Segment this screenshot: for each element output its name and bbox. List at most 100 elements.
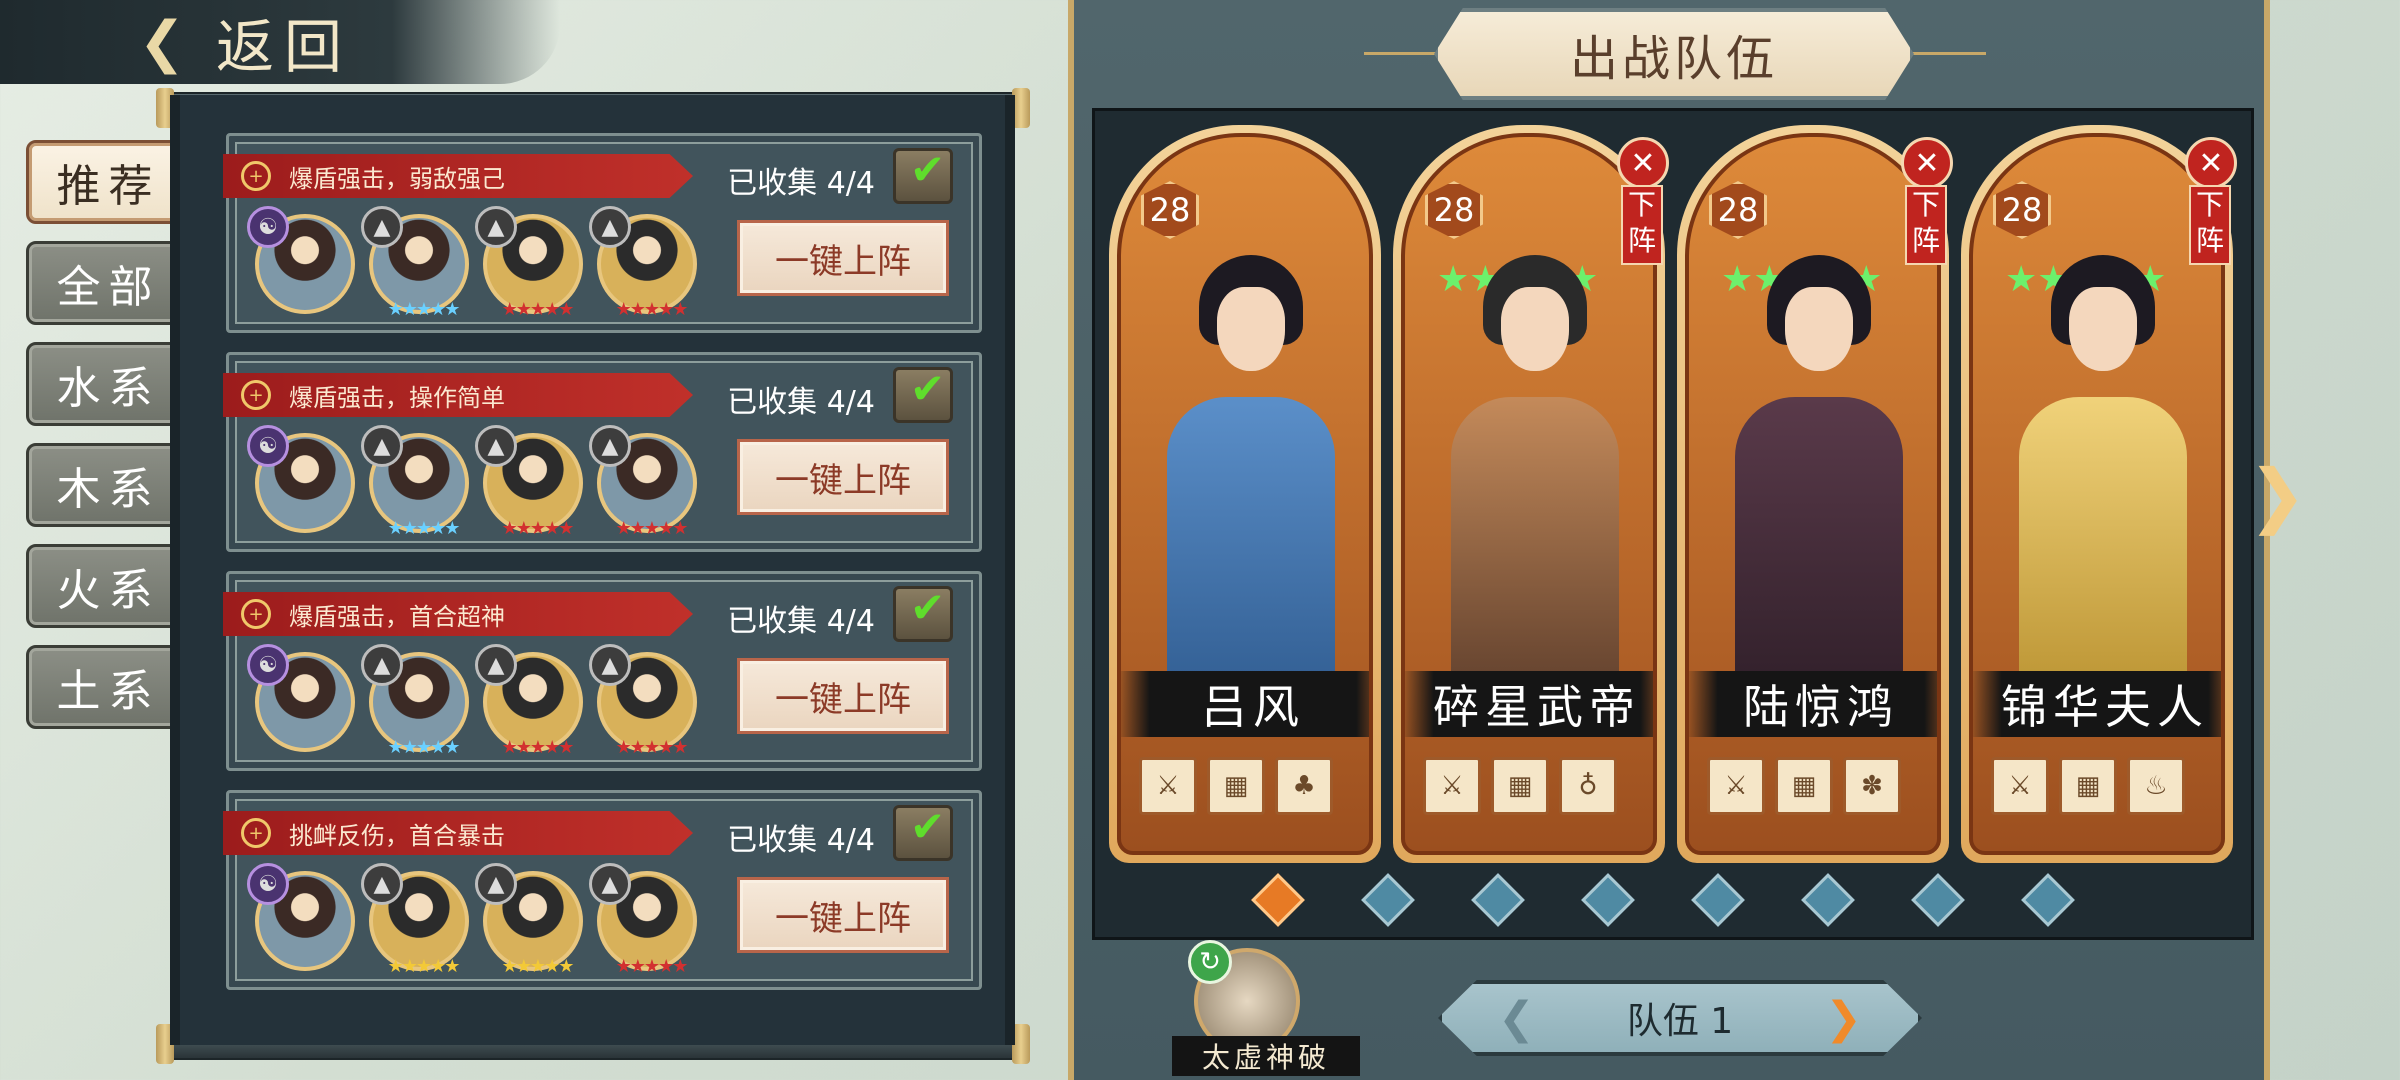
- magnify-icon[interactable]: +: [241, 161, 271, 191]
- page-dot[interactable]: [2021, 873, 2075, 927]
- page-dot[interactable]: [1801, 873, 1855, 927]
- hero-portrait[interactable]: ☯: [247, 206, 355, 314]
- hero-portrait[interactable]: ▲ ★★★★★: [361, 425, 469, 539]
- hero-lineup: 28 吕风 ⚔▦♣ 28 ★★★★★ 碎星武帝 ⚔▦♁ ✕ 下阵 28 ★★★★…: [1092, 108, 2254, 940]
- team-tag: + 挑衅反伤，首合暴击: [223, 811, 693, 855]
- remove-hero-close-icon[interactable]: ✕: [2185, 137, 2237, 189]
- tab-recommended[interactable]: 推荐: [26, 140, 191, 224]
- hero-card[interactable]: 28 ★★★★★ 碎星武帝 ⚔▦♁ ✕ 下阵: [1393, 125, 1669, 863]
- page-dot[interactable]: [1361, 873, 1415, 927]
- weapon-icon[interactable]: ⚔: [1707, 757, 1765, 815]
- hero-portrait[interactable]: ▲ ★★★★★: [361, 644, 469, 758]
- tab-earth[interactable]: 土系: [26, 645, 191, 729]
- hero-name: 陆惊鸿: [1689, 671, 1937, 737]
- tab-wood[interactable]: 木系: [26, 443, 191, 527]
- page-dot[interactable]: [1911, 873, 1965, 927]
- hero-portrait[interactable]: ▲ ★★★★★: [361, 206, 469, 320]
- remove-hero-label[interactable]: 下阵: [1621, 185, 1663, 265]
- hero-portrait[interactable]: ▲ ★★★★★: [475, 863, 583, 977]
- team-tag: + 爆盾强击，弱敌强己: [223, 154, 693, 198]
- hero-portrait[interactable]: ▲ ★★★★★: [589, 425, 697, 539]
- star-rating: ★★★★★: [615, 956, 689, 977]
- hero-portrait[interactable]: ☯: [247, 863, 355, 971]
- hero-figure: [1719, 247, 1919, 717]
- skill-name: 太虚神破: [1172, 1036, 1360, 1076]
- hero-portrait[interactable]: ▲ ★★★★★: [475, 644, 583, 758]
- magnify-icon[interactable]: +: [241, 818, 271, 848]
- tab-water[interactable]: 水系: [26, 342, 191, 426]
- star-rating: ★★★★★: [387, 299, 461, 320]
- remove-hero-close-icon[interactable]: ✕: [1617, 137, 1669, 189]
- team-tag-text: 爆盾强击，操作简单: [289, 383, 505, 412]
- refresh-icon[interactable]: ↻: [1188, 940, 1232, 984]
- hero-card[interactable]: 28 ★★★★★ 锦华夫人 ⚔▦♨ ✕ 下阵: [1961, 125, 2237, 863]
- hero-card[interactable]: 28 吕风 ⚔ ▦ ♣: [1109, 125, 1381, 863]
- team-list-scroll[interactable]: + 爆盾强击，弱敌强己 已收集 4/4 ✔ ☯ ▲ ★★★★★ ▲ ★★★★★ ▲ ★★…: [170, 95, 1015, 1045]
- next-page-chevron-icon[interactable]: ❯: [2248, 454, 2400, 536]
- next-team-chevron-icon[interactable]: ❯: [1825, 993, 1862, 1044]
- magnify-icon[interactable]: +: [241, 599, 271, 629]
- team-card: + 挑衅反伤，首合暴击 已收集 4/4 ✔ ☯ ▲ ★★★★★ ▲ ★★★★★ ▲ ★★…: [223, 790, 982, 990]
- remove-hero-label[interactable]: 下阵: [2189, 185, 2231, 265]
- armor-icon[interactable]: ▦: [1207, 757, 1265, 815]
- hero-portrait[interactable]: ▲ ★★★★★: [589, 863, 697, 977]
- star-rating: ★★★★★: [615, 299, 689, 320]
- weapon-icon[interactable]: ⚔: [1991, 757, 2049, 815]
- armor-icon[interactable]: ▦: [1775, 757, 1833, 815]
- yin-yang-icon: ☯: [247, 644, 289, 686]
- team-card: + 爆盾强击，弱敌强己 已收集 4/4 ✔ ☯ ▲ ★★★★★ ▲ ★★★★★ ▲ ★★…: [223, 133, 982, 333]
- corner-ornament: [2208, 0, 2268, 56]
- hero-name: 锦华夫人: [1973, 671, 2221, 737]
- hero-card[interactable]: 28 ★★★★★ 陆惊鸿 ⚔▦✽ ✕ 下阵: [1677, 125, 1953, 863]
- page-dot-active[interactable]: [1251, 873, 1305, 927]
- battle-team-panel: 出战队伍 28 吕风 ⚔▦♣ 28 ★★★★★ 碎星武帝 ⚔▦♁ ✕ 下阵: [1068, 0, 2270, 1080]
- armor-icon[interactable]: ▦: [1491, 757, 1549, 815]
- hero-portrait[interactable]: ▲ ★★★★★: [589, 206, 697, 320]
- hero-figure: [2003, 247, 2203, 717]
- hero-portrait[interactable]: ☯: [247, 425, 355, 533]
- gourd-icon[interactable]: ♁: [1559, 757, 1617, 815]
- chest-icon: ✔: [893, 583, 953, 642]
- magnify-icon[interactable]: +: [241, 380, 271, 410]
- yin-yang-icon: ☯: [247, 425, 289, 467]
- chest-icon: ✔: [893, 364, 953, 423]
- remove-hero-label[interactable]: 下阵: [1905, 185, 1947, 265]
- back-button[interactable]: ❮ 返回: [0, 0, 560, 84]
- page-dot[interactable]: [1581, 873, 1635, 927]
- one-click-deploy-button[interactable]: 一键上阵: [737, 877, 949, 953]
- armor-icon[interactable]: ▦: [2059, 757, 2117, 815]
- accessory-icon[interactable]: ♣: [1275, 757, 1333, 815]
- tab-all[interactable]: 全部: [26, 241, 191, 325]
- prev-team-chevron-icon[interactable]: ❮: [1498, 993, 1535, 1044]
- one-click-deploy-button[interactable]: 一键上阵: [737, 439, 949, 515]
- remove-hero-close-icon[interactable]: ✕: [1901, 137, 1953, 189]
- mountain-icon: ▲: [475, 863, 517, 905]
- hero-level: 28: [1993, 181, 2051, 239]
- one-click-deploy-button[interactable]: 一键上阵: [737, 220, 949, 296]
- weapon-icon[interactable]: ⚔: [1139, 757, 1197, 815]
- hero-figure: [1435, 247, 1635, 717]
- mountain-icon: ▲: [475, 425, 517, 467]
- back-arrow-icon: ❮: [138, 9, 186, 75]
- accessory-icon[interactable]: ♨: [2127, 757, 2185, 815]
- team-tag-text: 挑衅反伤，首合暴击: [289, 821, 505, 850]
- check-icon: ✔: [910, 364, 946, 413]
- hero-figure: [1151, 247, 1351, 717]
- page-dot[interactable]: [1691, 873, 1745, 927]
- one-click-deploy-button[interactable]: 一键上阵: [737, 658, 949, 734]
- weapon-icon[interactable]: ⚔: [1423, 757, 1481, 815]
- hero-portrait[interactable]: ☯: [247, 644, 355, 752]
- back-label: 返回: [216, 13, 353, 81]
- hero-portrait[interactable]: ▲ ★★★★★: [589, 644, 697, 758]
- tab-fire[interactable]: 火系: [26, 544, 191, 628]
- collect-status: 已收集 4/4: [727, 385, 875, 420]
- hero-portrait[interactable]: ▲ ★★★★★: [475, 425, 583, 539]
- accessory-icon[interactable]: ✽: [1843, 757, 1901, 815]
- hero-portrait[interactable]: ▲ ★★★★★: [475, 206, 583, 320]
- hero-portrait[interactable]: ▲ ★★★★★: [361, 863, 469, 977]
- star-rating: ★★★★★: [501, 956, 575, 977]
- star-rating: ★★★★★: [615, 737, 689, 758]
- page-dot[interactable]: [1471, 873, 1525, 927]
- team-card: + 爆盾强击，首合超神 已收集 4/4 ✔ ☯ ▲ ★★★★★ ▲ ★★★★★ ▲ ★★…: [223, 571, 982, 771]
- mountain-icon: ▲: [589, 863, 631, 905]
